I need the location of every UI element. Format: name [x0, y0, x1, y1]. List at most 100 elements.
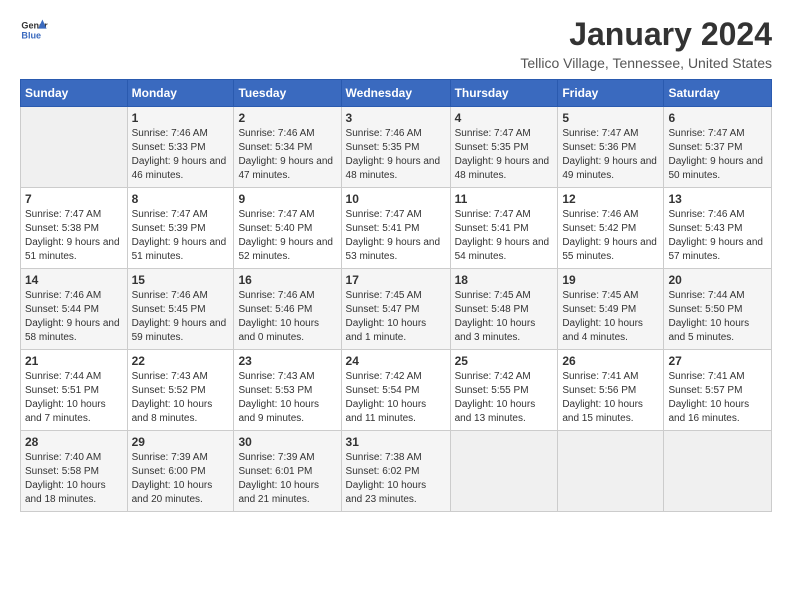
day-detail: Sunrise: 7:45 AMSunset: 5:47 PMDaylight:… — [346, 289, 446, 345]
day-number: 27 — [668, 354, 767, 368]
day-cell: 10Sunrise: 7:47 AMSunset: 5:41 PMDayligh… — [341, 188, 450, 269]
day-number: 21 — [25, 354, 123, 368]
day-number: 2 — [238, 111, 336, 125]
weekday-header-monday: Monday — [127, 80, 234, 107]
day-cell: 30 Sunrise: 7:39 AMSunset: 6:01 PMDayligh… — [234, 431, 341, 512]
day-number: 26 — [562, 354, 659, 368]
day-detail: Sunrise: 7:46 AMSunset: 5:44 PMDaylight:… — [25, 289, 123, 345]
day-number: 22 — [132, 354, 230, 368]
day-cell: 13 Sunrise: 7:46 AMSunset: 5:43 PMDayligh… — [664, 188, 772, 269]
subtitle: Tellico Village, Tennessee, United State… — [520, 55, 772, 71]
day-number: 29 — [132, 435, 230, 449]
weekday-header-tuesday: Tuesday — [234, 80, 341, 107]
weekday-header-sunday: Sunday — [21, 80, 128, 107]
day-detail: Sunrise: 7:46 AMSunset: 5:46 PMDaylight:… — [238, 289, 336, 345]
day-number: 5 — [562, 111, 659, 125]
day-detail: Sunrise: 7:43 AMSunset: 5:53 PMDaylight:… — [238, 370, 336, 426]
day-cell: 3Sunrise: 7:46 AMSunset: 5:35 PMDaylight… — [341, 107, 450, 188]
day-cell: 22 Sunrise: 7:43 AMSunset: 5:52 PMDayligh… — [127, 350, 234, 431]
calendar-table: SundayMondayTuesdayWednesdayThursdayFrid… — [20, 79, 772, 512]
day-number: 23 — [238, 354, 336, 368]
day-cell: 28 Sunrise: 7:40 AMSunset: 5:58 PMDayligh… — [21, 431, 128, 512]
day-cell: 5 Sunrise: 7:47 AMSunset: 5:36 PMDaylight… — [558, 107, 664, 188]
day-cell — [21, 107, 128, 188]
day-detail: Sunrise: 7:45 AMSunset: 5:49 PMDaylight:… — [562, 289, 659, 345]
day-number: 20 — [668, 273, 767, 287]
day-number: 9 — [238, 192, 336, 206]
svg-text:Blue: Blue — [21, 30, 41, 40]
day-detail: Sunrise: 7:47 AMSunset: 5:41 PMDaylight:… — [455, 208, 554, 264]
day-cell: 12 Sunrise: 7:46 AMSunset: 5:42 PMDayligh… — [558, 188, 664, 269]
day-cell — [664, 431, 772, 512]
day-cell: 20 Sunrise: 7:44 AMSunset: 5:50 PMDayligh… — [664, 269, 772, 350]
day-detail: Sunrise: 7:46 AMSunset: 5:34 PMDaylight:… — [238, 127, 336, 183]
day-number: 1 — [132, 111, 230, 125]
day-detail: Sunrise: 7:41 AMSunset: 5:57 PMDaylight:… — [668, 370, 767, 426]
day-number: 3 — [346, 111, 446, 125]
day-detail: Sunrise: 7:46 AMSunset: 5:45 PMDaylight:… — [132, 289, 230, 345]
day-cell: 6 Sunrise: 7:47 AMSunset: 5:37 PMDaylight… — [664, 107, 772, 188]
day-cell: 2 Sunrise: 7:46 AMSunset: 5:34 PMDaylight… — [234, 107, 341, 188]
week-row-1: 1Sunrise: 7:46 AMSunset: 5:33 PMDaylight… — [21, 107, 772, 188]
day-cell: 19 Sunrise: 7:45 AMSunset: 5:49 PMDayligh… — [558, 269, 664, 350]
day-detail: Sunrise: 7:38 AMSunset: 6:02 PMDaylight:… — [346, 451, 446, 507]
day-number: 15 — [132, 273, 230, 287]
day-number: 7 — [25, 192, 123, 206]
day-cell — [558, 431, 664, 512]
day-detail: Sunrise: 7:43 AMSunset: 5:52 PMDaylight:… — [132, 370, 230, 426]
day-detail: Sunrise: 7:44 AMSunset: 5:50 PMDaylight:… — [668, 289, 767, 345]
day-number: 24 — [346, 354, 446, 368]
day-number: 25 — [455, 354, 554, 368]
day-cell: 18Sunrise: 7:45 AMSunset: 5:48 PMDayligh… — [450, 269, 558, 350]
day-number: 11 — [455, 192, 554, 206]
day-detail: Sunrise: 7:46 AMSunset: 5:43 PMDaylight:… — [668, 208, 767, 264]
week-row-3: 14 Sunrise: 7:46 AMSunset: 5:44 PMDayligh… — [21, 269, 772, 350]
weekday-header-thursday: Thursday — [450, 80, 558, 107]
day-detail: Sunrise: 7:46 AMSunset: 5:42 PMDaylight:… — [562, 208, 659, 264]
day-number: 10 — [346, 192, 446, 206]
day-number: 30 — [238, 435, 336, 449]
day-number: 14 — [25, 273, 123, 287]
weekday-header-row: SundayMondayTuesdayWednesdayThursdayFrid… — [21, 80, 772, 107]
day-number: 28 — [25, 435, 123, 449]
day-cell: 16Sunrise: 7:46 AMSunset: 5:46 PMDayligh… — [234, 269, 341, 350]
day-cell: 14 Sunrise: 7:46 AMSunset: 5:44 PMDayligh… — [21, 269, 128, 350]
day-cell: 9 Sunrise: 7:47 AMSunset: 5:40 PMDaylight… — [234, 188, 341, 269]
day-detail: Sunrise: 7:47 AMSunset: 5:36 PMDaylight:… — [562, 127, 659, 183]
day-cell: 4Sunrise: 7:47 AMSunset: 5:35 PMDaylight… — [450, 107, 558, 188]
day-cell: 27 Sunrise: 7:41 AMSunset: 5:57 PMDayligh… — [664, 350, 772, 431]
weekday-header-friday: Friday — [558, 80, 664, 107]
main-title: January 2024 — [520, 16, 772, 53]
day-cell: 31 Sunrise: 7:38 AMSunset: 6:02 PMDayligh… — [341, 431, 450, 512]
week-row-5: 28 Sunrise: 7:40 AMSunset: 5:58 PMDayligh… — [21, 431, 772, 512]
day-number: 8 — [132, 192, 230, 206]
day-cell: 29 Sunrise: 7:39 AMSunset: 6:00 PMDayligh… — [127, 431, 234, 512]
logo: General Blue — [20, 16, 48, 44]
day-number: 6 — [668, 111, 767, 125]
day-number: 12 — [562, 192, 659, 206]
week-row-2: 7 Sunrise: 7:47 AMSunset: 5:38 PMDaylight… — [21, 188, 772, 269]
day-number: 4 — [455, 111, 554, 125]
day-detail: Sunrise: 7:47 AMSunset: 5:38 PMDaylight:… — [25, 208, 123, 264]
day-detail: Sunrise: 7:42 AMSunset: 5:54 PMDaylight:… — [346, 370, 446, 426]
day-number: 19 — [562, 273, 659, 287]
day-detail: Sunrise: 7:47 AMSunset: 5:37 PMDaylight:… — [668, 127, 767, 183]
day-cell: 26Sunrise: 7:41 AMSunset: 5:56 PMDayligh… — [558, 350, 664, 431]
day-detail: Sunrise: 7:40 AMSunset: 5:58 PMDaylight:… — [25, 451, 123, 507]
day-detail: Sunrise: 7:47 AMSunset: 5:40 PMDaylight:… — [238, 208, 336, 264]
day-number: 31 — [346, 435, 446, 449]
day-detail: Sunrise: 7:42 AMSunset: 5:55 PMDaylight:… — [455, 370, 554, 426]
header-area: General Blue January 2024 Tellico Villag… — [20, 16, 772, 71]
day-cell: 23 Sunrise: 7:43 AMSunset: 5:53 PMDayligh… — [234, 350, 341, 431]
day-detail: Sunrise: 7:45 AMSunset: 5:48 PMDaylight:… — [455, 289, 554, 345]
week-row-4: 21Sunrise: 7:44 AMSunset: 5:51 PMDayligh… — [21, 350, 772, 431]
page-container: General Blue January 2024 Tellico Villag… — [0, 0, 792, 522]
title-area: January 2024 Tellico Village, Tennessee,… — [520, 16, 772, 71]
day-cell: 11 Sunrise: 7:47 AMSunset: 5:41 PMDayligh… — [450, 188, 558, 269]
day-cell: 1Sunrise: 7:46 AMSunset: 5:33 PMDaylight… — [127, 107, 234, 188]
weekday-header-wednesday: Wednesday — [341, 80, 450, 107]
day-detail: Sunrise: 7:39 AMSunset: 6:00 PMDaylight:… — [132, 451, 230, 507]
day-number: 13 — [668, 192, 767, 206]
day-cell: 17Sunrise: 7:45 AMSunset: 5:47 PMDayligh… — [341, 269, 450, 350]
day-detail: Sunrise: 7:39 AMSunset: 6:01 PMDaylight:… — [238, 451, 336, 507]
